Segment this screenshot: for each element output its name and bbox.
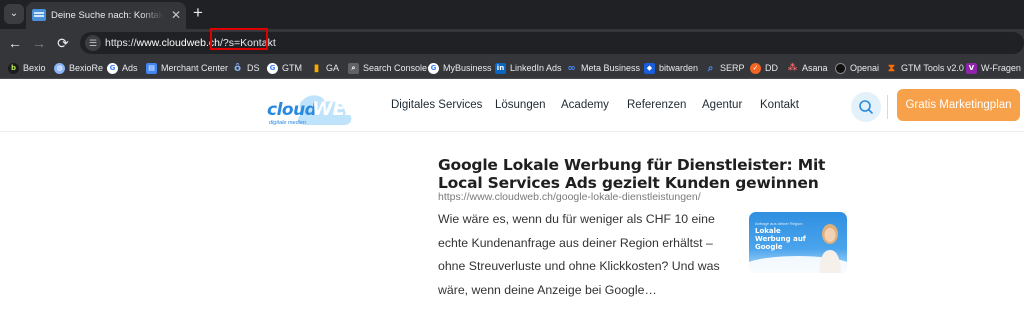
looker-studio-icon: ô xyxy=(234,62,241,74)
bookmark-w-fragen[interactable]: V W-Fragen xyxy=(966,61,1021,75)
bookmark-openai[interactable]: Openai xyxy=(835,61,879,75)
merchant-center-icon: ▤ xyxy=(146,62,157,74)
openai-icon xyxy=(835,62,846,74)
bookmark-bexiore[interactable]: ◍ BexioRe xyxy=(54,61,103,75)
tab-close-icon[interactable]: ✕ xyxy=(169,8,183,22)
logo-text-cloud: cloud xyxy=(267,100,317,120)
w-fragen-icon: V xyxy=(966,62,977,74)
site-search-button[interactable] xyxy=(851,92,881,122)
bookmark-search-console[interactable]: ⌕ Search Console xyxy=(348,61,427,75)
bookmark-label: MyBusiness xyxy=(443,63,492,73)
bookmark-serp[interactable]: ⌕ SERP xyxy=(705,61,745,75)
header-divider xyxy=(887,95,888,119)
person-illustration-icon xyxy=(819,224,841,273)
tab-title: Deine Suche nach: Kontakt • cloudWEB xyxy=(51,10,163,21)
bookmark-ds[interactable]: ô DS xyxy=(232,61,260,75)
bookmark-dd[interactable]: ✓ DD xyxy=(750,61,778,75)
gratis-marketingplan-button[interactable]: Gratis Marketingplan xyxy=(897,89,1020,121)
dd-icon: ✓ xyxy=(750,62,761,74)
bookmark-label: W-Fragen xyxy=(981,63,1021,73)
bookmark-asana[interactable]: ⁂ Asana xyxy=(787,61,828,75)
bookmark-label: Openai xyxy=(850,63,880,73)
bookmark-label: GTM xyxy=(282,63,302,73)
bitwarden-icon: ◆ xyxy=(644,62,655,74)
active-tab[interactable]: Deine Suche nach: Kontakt • cloudWEB ✕ xyxy=(26,2,186,29)
bookmark-bexio[interactable]: b Bexio xyxy=(8,61,46,75)
bookmark-label: Bexio xyxy=(23,63,46,73)
reload-icon[interactable]: ⟳ xyxy=(54,34,72,52)
bexio-icon: b xyxy=(8,62,19,74)
forward-arrow-icon[interactable]: → xyxy=(30,34,48,52)
meta-icon: ∞ xyxy=(567,62,576,74)
thumbnail-small-text: Anfrage aus deiner Region xyxy=(755,221,803,226)
bookmark-label: Meta Business xyxy=(581,63,641,73)
result-excerpt: Wie wäre es, wenn du für weniger als CHF… xyxy=(438,212,720,297)
bookmark-label: BexioRe xyxy=(69,63,104,73)
google-icon: G xyxy=(428,62,439,74)
nav-loesungen[interactable]: Lösungen xyxy=(495,97,546,113)
bookmark-meta-business[interactable]: ∞ Meta Business xyxy=(566,61,640,75)
thumbnail-title: Lokale Werbung auf Google xyxy=(755,227,806,251)
result-url[interactable]: https://www.cloudweb.ch/google-lokale-di… xyxy=(438,191,701,204)
browser-toolbar: ← → ⟳ ☰ https://www.cloudweb.ch/?s=Konta… xyxy=(0,29,1024,57)
bookmark-ga[interactable]: ▮ GA xyxy=(311,61,339,75)
bookmark-label: GTM Tools v2.0 xyxy=(901,63,964,73)
nav-academy[interactable]: Academy xyxy=(561,97,609,113)
bookmark-label: SERP xyxy=(720,63,745,73)
nav-kontakt[interactable]: Kontakt xyxy=(760,97,799,113)
bookmarks-bar: b Bexio ◍ BexioRe G Ads ▤ Merchant Cente… xyxy=(0,57,1024,79)
logo-text-web: WEB xyxy=(312,98,359,120)
bookmark-label: LinkedIn Ads xyxy=(510,63,562,73)
bookmark-mybusiness[interactable]: G MyBusiness xyxy=(428,61,492,75)
search-console-icon: ⌕ xyxy=(348,62,359,74)
cloudweb-logo[interactable]: cloud WEB digitale medien xyxy=(265,94,359,128)
gtm-tools-icon: ⧗ xyxy=(887,62,896,74)
query-highlight-box xyxy=(210,28,268,50)
bookmark-label: Ads xyxy=(122,63,138,73)
tab-favicon-icon xyxy=(32,9,46,21)
bookmark-gtm[interactable]: G GTM xyxy=(267,61,302,75)
google-icon: G xyxy=(267,62,278,74)
search-icon xyxy=(859,100,873,114)
bookmark-merchant-center[interactable]: ▤ Merchant Center xyxy=(146,61,228,75)
bookmark-label: GA xyxy=(326,63,340,73)
tab-strip: ⌄ Deine Suche nach: Kontakt • cloudWEB ✕… xyxy=(0,0,1024,29)
nav-agentur[interactable]: Agentur xyxy=(702,97,742,113)
logo-tagline: digitale medien xyxy=(269,120,306,126)
nav-referenzen[interactable]: Referenzen xyxy=(627,97,686,113)
analytics-icon: ▮ xyxy=(313,62,320,74)
bookmark-label: DD xyxy=(765,63,778,73)
bookmark-bitwarden[interactable]: ◆ bitwarden xyxy=(644,61,698,75)
bookmark-label: Merchant Center xyxy=(161,63,229,73)
nav-digitales-services[interactable]: Digitales Services xyxy=(391,97,482,113)
bookmark-label: Search Console xyxy=(363,63,428,73)
linkedin-icon: in xyxy=(495,62,506,74)
bookmark-label: Asana xyxy=(802,63,828,73)
result-thumbnail[interactable]: Anfrage aus deiner Region Lokale Werbung… xyxy=(749,212,847,273)
asana-icon: ⁂ xyxy=(787,62,798,73)
bookmark-ads[interactable]: G Ads xyxy=(107,61,138,75)
serp-icon: ⌕ xyxy=(707,62,714,74)
bookmark-label: bitwarden xyxy=(659,63,699,73)
bookmark-gtm-tools[interactable]: ⧗ GTM Tools v2.0 xyxy=(886,61,964,75)
globe-icon: ◍ xyxy=(54,62,65,74)
site-header: cloud WEB digitale medien Digitales Serv… xyxy=(0,80,1024,132)
back-arrow-icon[interactable]: ← xyxy=(6,34,24,52)
result-title-link[interactable]: Google Lokale Werbung für Dienstleister:… xyxy=(438,156,828,192)
google-icon: G xyxy=(107,62,118,74)
url-host: www.cloudweb.ch xyxy=(136,37,220,49)
tab-search-button[interactable]: ⌄ xyxy=(4,4,24,24)
url-scheme: https:// xyxy=(105,37,137,49)
new-tab-button[interactable]: + xyxy=(190,4,206,21)
bookmark-linkedin-ads[interactable]: in LinkedIn Ads xyxy=(495,61,562,75)
bookmark-label: DS xyxy=(247,63,260,73)
site-info-icon[interactable]: ☰ xyxy=(85,35,101,51)
